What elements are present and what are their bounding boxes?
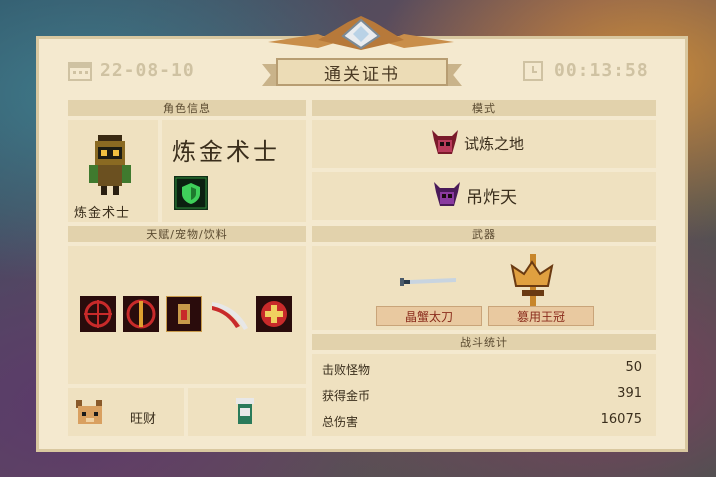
dog-icon	[76, 400, 102, 424]
calendar-icon	[68, 61, 92, 81]
stat-label-gold: 获得金币	[322, 389, 371, 403]
date-display: 22-08-10	[68, 60, 195, 81]
stat-value-gold: 391	[617, 386, 642, 401]
potion-icon	[166, 296, 202, 332]
drink-icon	[236, 398, 254, 424]
character-info-header: 角色信息	[68, 100, 306, 116]
demon-mask-icon	[432, 130, 458, 154]
slash-icon	[212, 302, 248, 330]
stat-label-damage: 总伤害	[322, 415, 359, 429]
date-text: 22-08-10	[100, 60, 195, 81]
alchemist-avatar-icon	[89, 135, 131, 195]
talents-header: 天赋/宠物/饮料	[68, 226, 306, 242]
crosshair-icon	[80, 296, 116, 332]
time-display: 00:13:58	[522, 60, 649, 81]
stats-header: 战斗统计	[312, 334, 656, 350]
stat-value-kills: 50	[625, 360, 642, 375]
character-name: 炼金术士	[172, 138, 280, 166]
mode-item-1: 试炼之地	[432, 130, 524, 156]
stat-label-kills: 击败怪物	[322, 363, 371, 377]
weapons-box	[312, 246, 656, 330]
pet-name: 旺财	[130, 412, 157, 427]
crown-staff-icon	[510, 254, 554, 310]
stat-value-damage: 16075	[600, 412, 642, 427]
sword-ring-icon	[123, 296, 159, 332]
weapon-name-2: 篡用王冠	[488, 306, 594, 326]
weapon-name-1: 晶蟹太刀	[376, 306, 482, 326]
demon-mask-icon	[434, 182, 460, 206]
katana-icon	[400, 278, 456, 286]
mode-header: 模式	[312, 100, 656, 116]
clock-icon	[523, 60, 543, 81]
crest-emblem-icon	[268, 16, 454, 50]
time-text: 00:13:58	[554, 60, 649, 81]
weapons-header: 武器	[312, 226, 656, 242]
character-label: 炼金术士	[74, 206, 131, 221]
title-ribbon: 通关证书	[262, 56, 462, 88]
cross-heal-icon	[256, 296, 292, 332]
certificate-title: 通关证书	[324, 64, 400, 85]
shield-skill-icon	[174, 176, 208, 210]
mode-item-2: 吊炸天	[434, 182, 517, 208]
